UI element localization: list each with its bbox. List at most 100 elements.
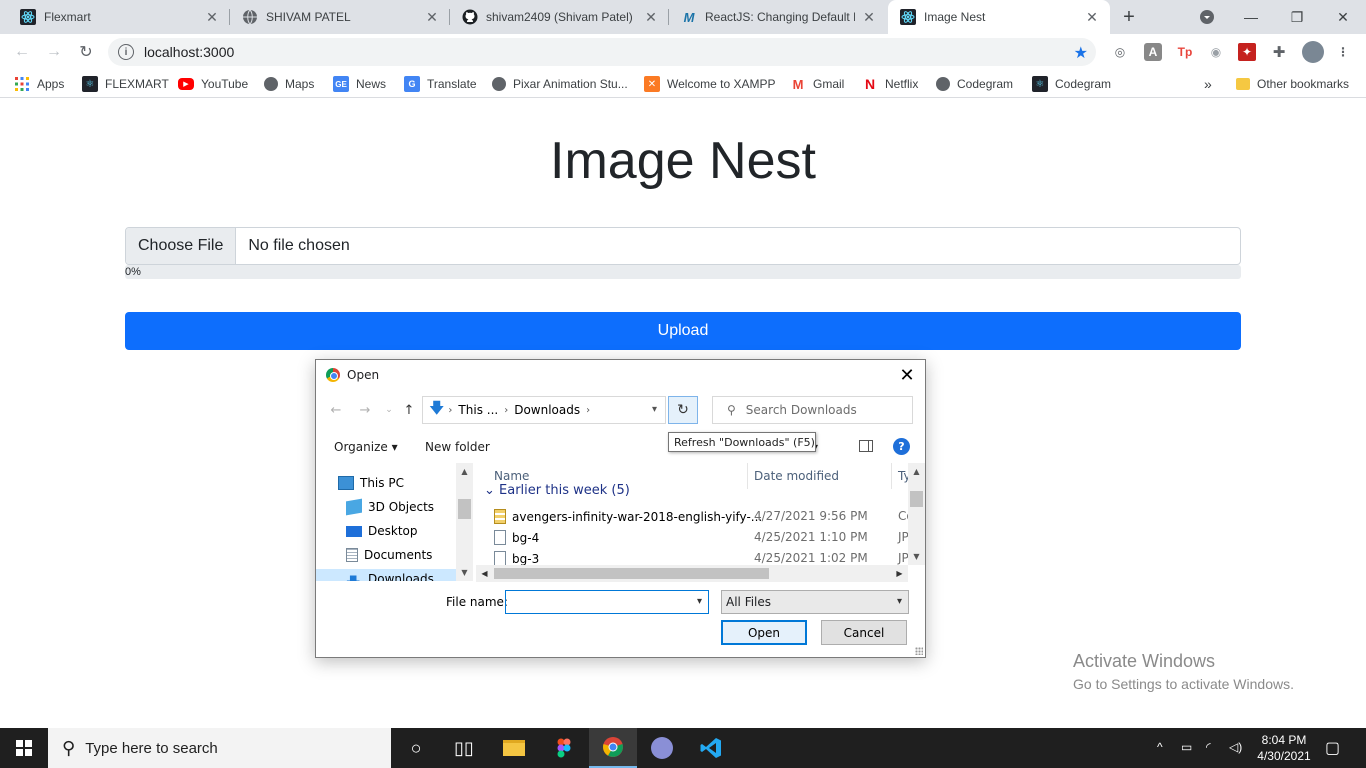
close-window-button[interactable]: ✕ xyxy=(1320,0,1366,34)
puzzle-icon[interactable]: ✚ xyxy=(1270,43,1288,61)
volume-icon[interactable]: ◁) xyxy=(1229,740,1242,754)
address-bar[interactable]: i localhost:3000 ★ xyxy=(108,38,1096,66)
recent-locations-button[interactable]: ⌄ xyxy=(380,400,398,420)
breadcrumb-this-pc[interactable]: This ... xyxy=(458,403,498,417)
nav-3d-objects[interactable]: 3D Objects xyxy=(346,497,434,517)
extension-icon[interactable]: ◎ xyxy=(1111,43,1129,61)
dialog-close-button[interactable]: ✕ xyxy=(897,365,917,386)
back-button[interactable]: ← xyxy=(10,40,34,64)
close-tab-icon[interactable]: ✕ xyxy=(424,9,440,25)
nav-this-pc[interactable]: This PC xyxy=(338,473,404,493)
wifi-icon[interactable]: ◜ xyxy=(1206,740,1211,754)
star-icon[interactable]: ★ xyxy=(1074,43,1088,63)
chevron-down-icon[interactable]: ▾ xyxy=(652,404,657,415)
help-icon[interactable]: ? xyxy=(893,438,910,455)
avatar[interactable] xyxy=(1302,41,1324,63)
forward-button[interactable]: → xyxy=(42,40,66,64)
organize-button[interactable]: Organize ▾ xyxy=(334,440,398,454)
other-bookmarks[interactable]: Other bookmarks xyxy=(1236,75,1349,93)
open-button[interactable]: Open xyxy=(721,620,807,645)
resize-grip[interactable] xyxy=(915,647,923,655)
tab-reactjs-article[interactable]: M ReactJS: Changing Default Po ✕ xyxy=(669,0,887,34)
notifications-icon[interactable]: ▢ xyxy=(1325,738,1340,758)
scroll-right-icon[interactable]: ▶ xyxy=(891,565,908,582)
taskbar-clock[interactable]: 8:04 PM 4/30/2021 xyxy=(1252,732,1316,764)
bookmark-maps[interactable]: Maps xyxy=(264,75,314,93)
choose-file-button[interactable]: Choose File xyxy=(126,228,237,264)
start-button[interactable] xyxy=(0,728,48,768)
close-tab-icon[interactable]: ✕ xyxy=(643,9,659,25)
dialog-address-bar[interactable]: 🡇 › This ... › Downloads › ▾ xyxy=(422,396,666,424)
tab-github[interactable]: shivam2409 (Shivam Patel) ✕ xyxy=(450,0,669,34)
bookmark-netflix[interactable]: N Netflix xyxy=(862,75,918,93)
scroll-left-icon[interactable]: ◀ xyxy=(476,565,493,582)
cortana-icon[interactable]: ○ xyxy=(392,728,440,768)
battery-icon[interactable]: ▭ xyxy=(1181,740,1192,754)
close-tab-icon[interactable]: ✕ xyxy=(1084,9,1100,25)
chrome-taskbar-icon[interactable] xyxy=(589,728,637,768)
file-explorer-icon[interactable] xyxy=(490,728,538,768)
kebab-menu-icon[interactable]: ⋮ xyxy=(1334,43,1352,61)
refresh-button[interactable]: ↻ xyxy=(668,396,698,424)
bookmark-translate[interactable]: G Translate xyxy=(404,75,477,93)
extension-icon[interactable]: ◉ xyxy=(1207,43,1225,61)
bookmark-codegram[interactable]: Codegram xyxy=(936,75,1013,93)
new-tab-button[interactable]: + xyxy=(1118,6,1140,28)
bookmark-apps[interactable]: Apps xyxy=(14,75,64,93)
reload-button[interactable]: ↻ xyxy=(74,40,98,64)
minimize-button[interactable]: — xyxy=(1228,0,1274,34)
bookmark-pixar[interactable]: Pixar Animation Stu... xyxy=(492,75,628,93)
scroll-down-icon[interactable]: ▼ xyxy=(908,548,925,565)
file-type-select[interactable]: All Files ▾ xyxy=(721,590,909,614)
bookmark-flexmart[interactable]: ⚛ FLEXMART xyxy=(82,75,169,93)
scroll-thumb[interactable] xyxy=(494,568,769,579)
extension-icon[interactable]: ✦ xyxy=(1238,43,1256,61)
up-folder-button[interactable]: ↑ xyxy=(400,400,418,420)
file-input[interactable]: Choose File No file chosen xyxy=(125,227,1241,265)
upload-button[interactable]: Upload xyxy=(125,312,1241,350)
scroll-thumb[interactable] xyxy=(910,491,923,507)
file-row[interactable]: avengers-infinity-war-2018-english-yify-… xyxy=(476,506,914,527)
dialog-back-button[interactable]: ← xyxy=(327,400,345,420)
figma-icon[interactable] xyxy=(540,728,588,768)
restore-button[interactable]: ❐ xyxy=(1274,0,1320,34)
file-row[interactable]: bg-4 4/25/2021 1:10 PM JP xyxy=(476,527,909,548)
nav-scrollbar[interactable]: ▲ ▼ xyxy=(456,463,473,581)
extension-tp-icon[interactable]: Tp xyxy=(1176,43,1194,61)
bookmark-xampp[interactable]: ✕ Welcome to XAMPP xyxy=(644,75,775,93)
scroll-thumb[interactable] xyxy=(458,499,471,519)
bookmark-news[interactable]: GE News xyxy=(333,75,386,93)
nav-documents[interactable]: Documents xyxy=(346,545,432,565)
vscode-icon[interactable] xyxy=(687,728,735,768)
taskbar-search[interactable]: ⚲ Type here to search xyxy=(48,728,391,768)
scroll-up-icon[interactable]: ▲ xyxy=(456,463,473,480)
bittorrent-icon[interactable] xyxy=(638,728,686,768)
extension-icon[interactable]: A xyxy=(1144,43,1162,61)
scroll-up-icon[interactable]: ▲ xyxy=(908,463,925,480)
chevron-down-icon[interactable]: ▾ xyxy=(697,596,702,607)
bookmark-codegram-2[interactable]: ⚛ Codegram xyxy=(1032,75,1111,93)
dialog-search-input[interactable]: ⚲ Search Downloads xyxy=(712,396,913,424)
file-name-input[interactable]: ▾ xyxy=(505,590,709,614)
file-list-scrollbar[interactable]: ▲ ▼ xyxy=(908,463,925,565)
info-icon[interactable]: i xyxy=(118,44,134,60)
scroll-down-icon[interactable]: ▼ xyxy=(456,564,473,581)
new-folder-button[interactable]: New folder xyxy=(425,440,490,454)
file-list-hscrollbar[interactable]: ◀ ▶ xyxy=(476,565,908,582)
preview-pane-icon[interactable] xyxy=(859,440,873,452)
bookmark-gmail[interactable]: M Gmail xyxy=(790,75,845,93)
nav-downloads[interactable]: 🡇 Downloads xyxy=(316,569,456,581)
tab-flexmart[interactable]: Flexmart ✕ xyxy=(8,0,230,34)
task-view-icon[interactable]: ▯▯ xyxy=(440,728,488,768)
close-tab-icon[interactable]: ✕ xyxy=(204,9,220,25)
tab-image-nest[interactable]: Image Nest ✕ xyxy=(888,0,1110,34)
tab-shivam-patel[interactable]: SHIVAM PATEL ✕ xyxy=(230,0,450,34)
dialog-forward-button[interactable]: → xyxy=(356,400,374,420)
file-group-header[interactable]: ⌄ Earlier this week (5) xyxy=(484,483,630,498)
close-tab-icon[interactable]: ✕ xyxy=(861,9,877,25)
nav-desktop[interactable]: Desktop xyxy=(346,521,418,541)
bookmarks-overflow-button[interactable]: » xyxy=(1204,75,1212,93)
chevron-up-icon[interactable]: ^ xyxy=(1157,740,1163,754)
tab-search-button[interactable] xyxy=(1184,0,1230,34)
cancel-button[interactable]: Cancel xyxy=(821,620,907,645)
